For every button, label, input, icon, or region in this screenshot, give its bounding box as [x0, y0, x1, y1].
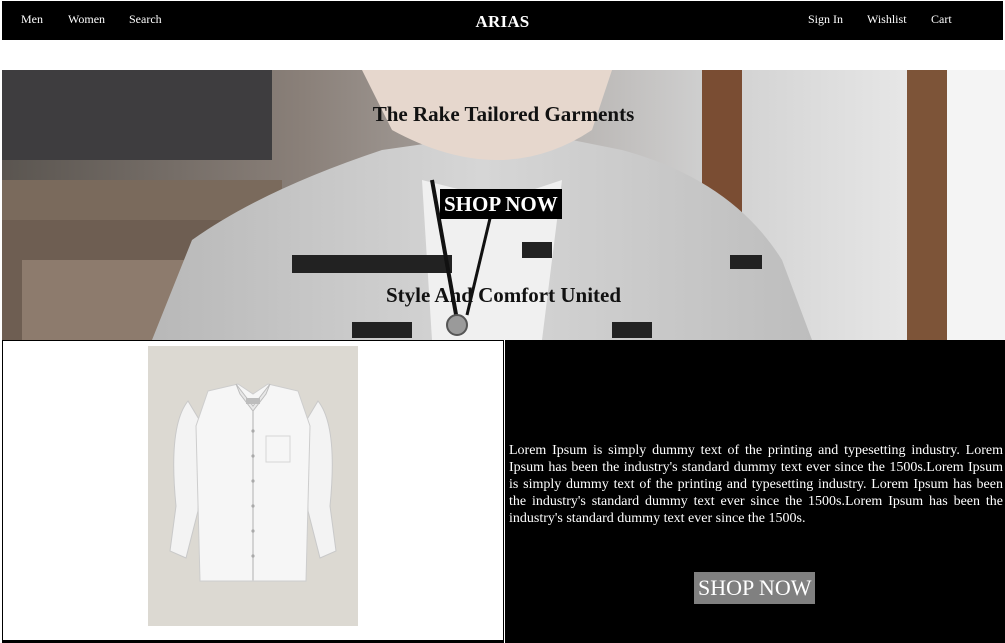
nav-link-sign-in[interactable]: Sign In [808, 12, 843, 27]
nav-link-cart[interactable]: Cart [931, 12, 952, 27]
hero-subtitle: Style And Comfort United [385, 283, 622, 307]
hero-title: The Rake Tailored Garments [372, 102, 635, 126]
product-panel [2, 340, 504, 643]
shirt-image [169, 383, 337, 582]
brand-logo[interactable]: ARIAS [2, 12, 1003, 32]
hero-banner: The Rake Tailored Garments SHOP NOW Styl… [2, 70, 1005, 340]
hero-shop-now-button[interactable]: SHOP NOW [440, 189, 562, 219]
info-panel: Lorem Ipsum is simply dummy text of the … [505, 340, 1005, 643]
product-image[interactable] [148, 346, 358, 626]
info-shop-now-button[interactable]: SHOP NOW [694, 572, 816, 604]
top-navbar: Men Women Search ARIAS Sign In Wishlist … [2, 1, 1003, 40]
product-description: Lorem Ipsum is simply dummy text of the … [509, 443, 1003, 526]
nav-link-wishlist[interactable]: Wishlist [867, 12, 907, 27]
